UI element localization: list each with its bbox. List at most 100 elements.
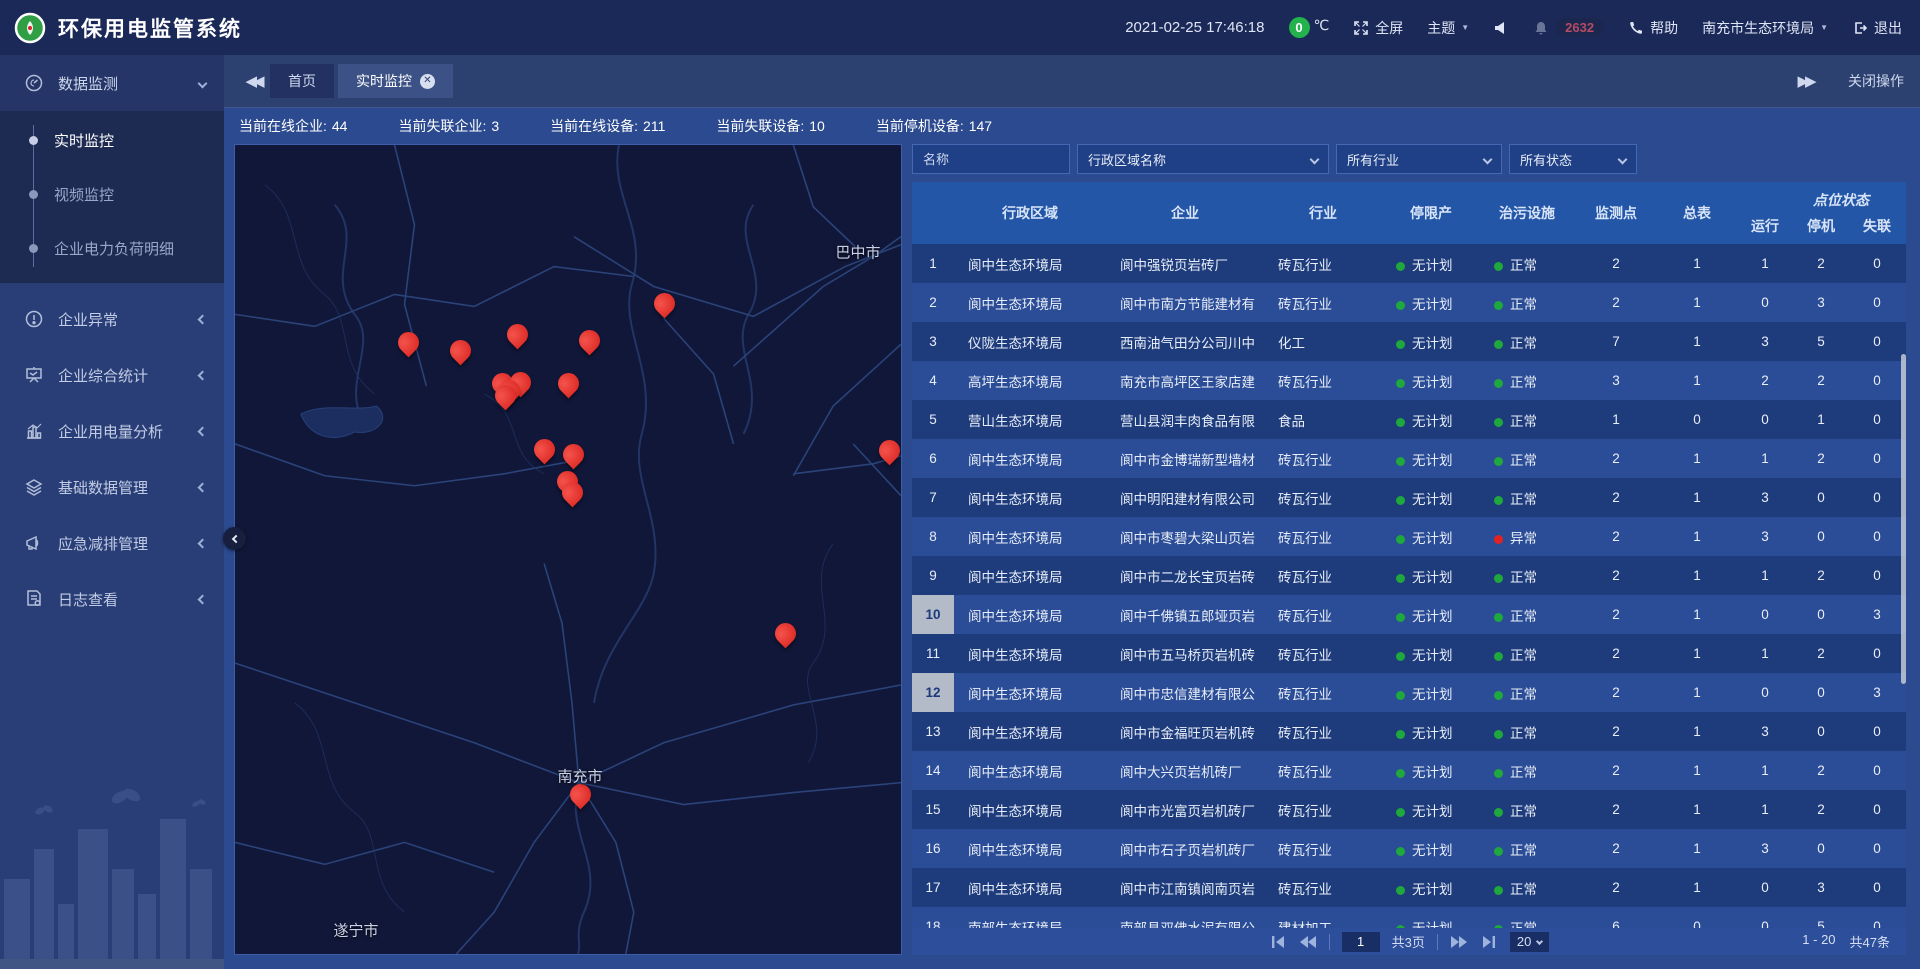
row-total-meters: 1 [1658, 841, 1736, 856]
status-dot-icon [1494, 613, 1503, 622]
sound-button[interactable] [1493, 20, 1509, 36]
table-row[interactable]: 8 阆中生态环境局 阆中市枣碧大梁山页岩 砖瓦行业 无计划 异常 2 1 3 0… [912, 517, 1906, 556]
table-row[interactable]: 17 阆中生态环境局 阆中市江南镇阆南页岩 砖瓦行业 无计划 正常 2 1 0 … [912, 868, 1906, 907]
organization-dropdown[interactable]: 南充市生态环境局 ▼ [1702, 18, 1828, 38]
sidebar-item-enterprise-anomaly[interactable]: 企业异常 [0, 291, 224, 347]
column-group-point-status: 点位状态 运行 停机 失联 [1736, 182, 1906, 244]
row-stopped-count: 0 [1794, 529, 1848, 544]
table-scrollbar[interactable] [1901, 354, 1906, 684]
last-page-button[interactable] [1480, 935, 1498, 949]
sidebar-item-video-monitoring[interactable]: 视频监控 [0, 167, 224, 221]
table-row[interactable]: 6 阆中生态环境局 阆中市金博瑞新型墙材 砖瓦行业 无计划 正常 2 1 1 2… [912, 439, 1906, 478]
notifications[interactable]: 2632 [1533, 18, 1604, 37]
table-row[interactable]: 3 仪陇生态环境局 西南油气田分公司川中 化工 无计划 正常 7 1 3 5 0 [912, 322, 1906, 361]
chevron-left-icon [198, 594, 208, 604]
tab-home[interactable]: 首页 [270, 64, 334, 98]
row-company: 阆中市忠信建材有限公 [1106, 683, 1264, 703]
row-total-meters: 1 [1658, 451, 1736, 466]
theme-label: 主题 [1427, 18, 1455, 38]
table-row[interactable]: 4 高坪生态环境局 南充市高坪区王家店建 砖瓦行业 无计划 正常 3 1 2 2… [912, 361, 1906, 400]
status-dot-icon [1494, 262, 1503, 271]
table-row[interactable]: 13 阆中生态环境局 阆中市金福旺页岩机砖 砖瓦行业 无计划 正常 2 1 3 … [912, 712, 1906, 751]
log-document-icon [24, 589, 44, 609]
page-size-select[interactable]: 20 [1510, 932, 1549, 952]
table-row[interactable]: 12 阆中生态环境局 阆中市忠信建材有限公 砖瓦行业 无计划 正常 2 1 0 … [912, 673, 1906, 712]
industry-select[interactable]: 所有行业 [1336, 144, 1502, 174]
tab-close-icon[interactable]: ✕ [420, 74, 435, 89]
row-limit-status: 无计划 [1382, 644, 1480, 664]
sidebar-item-enterprise-statistics[interactable]: 企业综合统计 [0, 347, 224, 403]
sidebar-collapse-button[interactable] [223, 527, 246, 550]
page-number-input[interactable] [1342, 932, 1380, 952]
total-count-label: 共47条 [1850, 932, 1890, 951]
fullscreen-icon [1353, 20, 1369, 36]
tab-realtime-monitoring[interactable]: 实时监控 ✕ [338, 64, 453, 98]
row-company: 阆中明阳建材有限公司 [1106, 488, 1264, 508]
first-page-button[interactable] [1269, 935, 1287, 949]
previous-page-button[interactable] [1299, 935, 1317, 949]
table-row[interactable]: 2 阆中生态环境局 阆中市南方节能建材有 砖瓦行业 无计划 正常 2 1 0 3… [912, 283, 1906, 322]
row-stopped-count: 5 [1794, 334, 1848, 349]
row-industry: 建材加工 [1264, 917, 1382, 929]
chevron-down-icon [198, 78, 208, 88]
row-monitor-points: 7 [1574, 334, 1658, 349]
bell-icon [1533, 20, 1549, 36]
stat-value: 3 [491, 118, 499, 134]
row-limit-status: 无计划 [1382, 605, 1480, 625]
bar-chart-icon [24, 421, 44, 441]
table-row[interactable]: 1 阆中生态环境局 阆中强锐页岩砖厂 砖瓦行业 无计划 正常 2 1 1 2 0 [912, 244, 1906, 283]
row-district: 阆中生态环境局 [954, 449, 1106, 469]
row-stopped-count: 2 [1794, 373, 1848, 388]
row-company: 阆中市南方节能建材有 [1106, 293, 1264, 313]
region-select[interactable]: 行政区域名称 [1077, 144, 1329, 174]
table-row[interactable]: 11 阆中生态环境局 阆中市五马桥页岩机砖 砖瓦行业 无计划 正常 2 1 1 … [912, 634, 1906, 673]
column-header-index [912, 182, 954, 244]
row-total-meters: 1 [1658, 334, 1736, 349]
name-search-field[interactable] [912, 144, 1070, 174]
fullscreen-button[interactable]: 全屏 [1353, 18, 1403, 38]
row-company: 阆中市金福旺页岩机砖 [1106, 722, 1264, 742]
name-search-input[interactable] [923, 152, 1059, 167]
row-limit-status: 无计划 [1382, 917, 1480, 929]
row-district: 阆中生态环境局 [954, 293, 1106, 313]
next-page-button[interactable] [1450, 935, 1468, 949]
row-industry: 砖瓦行业 [1264, 254, 1382, 274]
row-stopped-count: 2 [1794, 646, 1848, 661]
table-row[interactable]: 7 阆中生态环境局 阆中明阳建材有限公司 砖瓦行业 无计划 正常 2 1 3 0… [912, 478, 1906, 517]
sidebar-item-emergency-reduction[interactable]: 应急减排管理 [0, 515, 224, 571]
sidebar-item-power-load-detail[interactable]: 企业电力负荷明细 [0, 221, 224, 275]
row-monitor-points: 2 [1574, 685, 1658, 700]
sidebar-item-power-usage-analysis[interactable]: 企业用电量分析 [0, 403, 224, 459]
temperature: 0 ℃ [1289, 17, 1330, 38]
pager-separator [1437, 934, 1438, 950]
table-row[interactable]: 10 阆中生态环境局 阆中千佛镇五郎垭页岩 砖瓦行业 无计划 正常 2 1 0 … [912, 595, 1906, 634]
logout-button[interactable]: 退出 [1852, 18, 1902, 38]
table-row[interactable]: 14 阆中生态环境局 阆中大兴页岩机砖厂 砖瓦行业 无计划 正常 2 1 1 2… [912, 751, 1906, 790]
status-dot-icon [1494, 340, 1503, 349]
table-row[interactable]: 15 阆中生态环境局 阆中市光富页岩机砖厂 砖瓦行业 无计划 正常 2 1 1 … [912, 790, 1906, 829]
row-lost-count: 0 [1848, 529, 1906, 544]
table-row[interactable]: 9 阆中生态环境局 阆中市二龙长宝页岩砖 砖瓦行业 无计划 正常 2 1 1 2… [912, 556, 1906, 595]
sidebar-item-label: 应急减排管理 [58, 533, 199, 554]
logout-icon [1852, 20, 1868, 36]
tabs-scroll-right-button[interactable]: ▶▶ [1788, 72, 1822, 90]
industry-select-value: 所有行业 [1347, 150, 1399, 169]
table-row[interactable]: 18 南部生态环境局 南部县双佛水泥有限公 建材加工 无计划 正常 6 0 0 … [912, 907, 1906, 928]
close-operations-button[interactable]: 关闭操作 [1848, 71, 1904, 91]
help-button[interactable]: 帮助 [1628, 18, 1678, 38]
table-row[interactable]: 5 营山生态环境局 营山县润丰肉食品有限 食品 无计划 正常 1 0 0 1 0 [912, 400, 1906, 439]
sidebar-item-base-data-management[interactable]: 基础数据管理 [0, 459, 224, 515]
table-row[interactable]: 16 阆中生态环境局 阆中市石子页岩机砖厂 砖瓦行业 无计划 正常 2 1 3 … [912, 829, 1906, 868]
row-running-count: 1 [1736, 763, 1794, 778]
theme-dropdown[interactable]: 主题 ▼ [1427, 18, 1469, 38]
tabs-scroll-left-button[interactable]: ◀◀ [236, 72, 270, 90]
map-canvas[interactable]: 巴中市南充市遂宁市 [235, 145, 901, 954]
sidebar-item-log-view[interactable]: 日志查看 [0, 571, 224, 627]
sidebar-item-data-monitoring[interactable]: 数据监测 [0, 55, 224, 111]
row-stopped-count: 0 [1794, 490, 1848, 505]
row-monitor-points: 2 [1574, 568, 1658, 583]
sidebar-item-realtime-monitoring[interactable]: 实时监控 [0, 113, 224, 167]
status-select[interactable]: 所有状态 [1509, 144, 1637, 174]
sidebar-item-label: 企业电力负荷明细 [54, 238, 174, 259]
row-index: 18 [912, 907, 954, 928]
